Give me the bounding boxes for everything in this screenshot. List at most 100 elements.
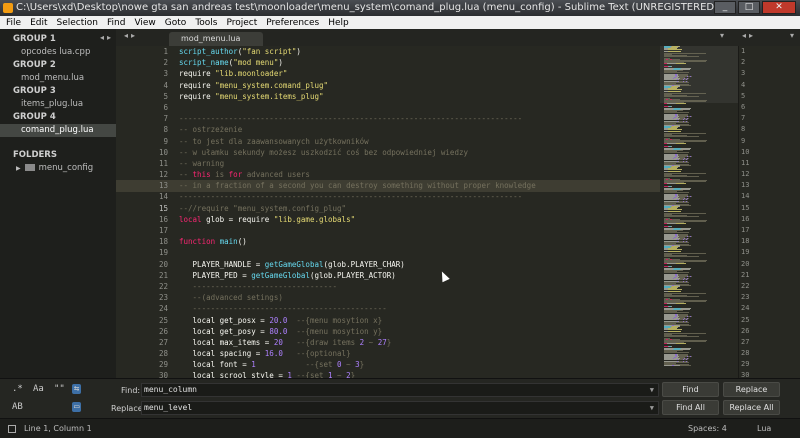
regex-toggle[interactable]: .*: [12, 384, 23, 394]
code-line[interactable]: -- in a fraction of a second you can des…: [179, 180, 659, 191]
indentation-setting[interactable]: Spaces: 4: [688, 419, 727, 438]
minimap-mark: [677, 87, 678, 89]
minimap-mark: [668, 330, 681, 332]
sidebar-file-comand-plug[interactable]: comand_plug.lua: [0, 124, 116, 137]
minimap-mark: [671, 105, 672, 107]
code-line[interactable]: script_name("mod menu"): [179, 57, 659, 68]
tab-dropdown-2-icon[interactable]: ▾: [790, 31, 794, 40]
replace-all-button[interactable]: Replace All: [723, 400, 780, 415]
sidebar-file-mod-menu[interactable]: mod_menu.lua: [0, 72, 116, 85]
line-number: 19: [158, 248, 168, 258]
menu-preferences[interactable]: Preferences: [266, 18, 319, 28]
preserve-case-toggle[interactable]: AB: [12, 402, 23, 412]
code-line[interactable]: local get_posx = 20.0 --{menu mosytion x…: [179, 315, 659, 326]
minimap-mark: [676, 103, 686, 105]
find-all-button[interactable]: Find All: [662, 400, 719, 415]
code-line[interactable]: -- to jest dla zaawansowanych użytkownik…: [179, 136, 659, 147]
code-line[interactable]: --(advanced setings): [179, 292, 659, 303]
code-line[interactable]: [179, 225, 659, 236]
code-line[interactable]: [179, 247, 659, 258]
menu-edit[interactable]: Edit: [30, 18, 47, 28]
tab-dropdown-icon[interactable]: ▾: [720, 31, 724, 40]
code-line[interactable]: local max_items = 20 --{draw items 2 ~ 2…: [179, 337, 659, 348]
line-number: 22: [158, 281, 168, 291]
line-number: 13: [158, 181, 168, 191]
code-line[interactable]: require "menu_system.comand_plug": [179, 80, 659, 91]
menu-goto[interactable]: Goto: [165, 18, 187, 28]
code-line[interactable]: --------------------------------: [179, 281, 659, 292]
code-line[interactable]: require "menu_system.items_plug": [179, 91, 659, 102]
sublime-app-icon: [3, 3, 13, 13]
code-token: local max_items =: [179, 337, 274, 347]
case-sensitive-toggle[interactable]: Aa: [33, 384, 44, 394]
sidebar-file-opcodes[interactable]: opcodes lua.cpp: [0, 46, 116, 59]
code-token: getGameGlobal: [264, 259, 324, 269]
menu-help[interactable]: Help: [328, 18, 349, 28]
replace-input[interactable]: menu_level ▼: [141, 401, 659, 415]
code-token: -- in a fraction of a second you can des…: [179, 181, 536, 191]
code-line[interactable]: [179, 102, 659, 113]
secondary-editor-pane[interactable]: 1 2 3 4 5 6 7 8 9 10 11 12 13 14 15 16 17 18 19 20 21 22 23 24 2…: [738, 46, 800, 379]
code-line[interactable]: local get_posy = 80.0 --{menu mosytion y…: [179, 326, 659, 337]
code-line[interactable]: script_author("fan script"): [179, 46, 659, 57]
cursor-position: Line 1, Column 1: [24, 424, 92, 433]
minimap-mark: [671, 345, 672, 347]
pane2-line-number: 28: [741, 349, 750, 358]
tab-nav-arrows-icon[interactable]: ◂▸: [124, 31, 138, 40]
minimize-button[interactable]: _: [714, 1, 736, 14]
wrap-toggle-icon[interactable]: ⇆: [72, 384, 82, 394]
panel-toggle-icon[interactable]: [8, 425, 16, 433]
line-number: 16: [158, 214, 168, 224]
code-line[interactable]: local spacing = 16.0 --{optional}: [179, 348, 659, 359]
minimap-mark: [664, 365, 672, 367]
menu-view[interactable]: View: [134, 18, 155, 28]
menu-file[interactable]: File: [6, 18, 21, 28]
code-line[interactable]: ----------------------------------------…: [179, 113, 659, 124]
minimap-mark: [667, 63, 676, 65]
menu-project[interactable]: Project: [226, 18, 257, 28]
menu-selection[interactable]: Selection: [57, 18, 98, 28]
sidebar-folder-item[interactable]: ▶ menu_config: [0, 162, 116, 175]
close-button[interactable]: ✕: [762, 1, 796, 14]
code-line[interactable]: PLAYER_HANDLE = getGameGlobal(glob.PLAYE…: [179, 259, 659, 270]
code-line[interactable]: --//require "menu_system.config_plug": [179, 203, 659, 214]
line-number: 1: [163, 47, 168, 56]
code-line[interactable]: ----------------------------------------…: [179, 303, 659, 314]
minimap[interactable]: [660, 46, 738, 378]
pane2-line-number: 13: [741, 181, 750, 190]
in-selection-toggle-icon[interactable]: ▭: [72, 402, 82, 412]
code-line[interactable]: -- warning: [179, 158, 659, 169]
tab-mod-menu[interactable]: mod_menu.lua: [169, 32, 263, 46]
code-line[interactable]: local font = 1 --{set 0 ~ 3}: [179, 359, 659, 370]
code-line[interactable]: -- ostrzeżenie: [179, 124, 659, 135]
code-token: advanced users: [242, 170, 310, 180]
pane2-line-number: 17: [741, 226, 750, 234]
code-line[interactable]: ----------------------------------------…: [179, 191, 659, 202]
replace-button[interactable]: Replace: [723, 382, 780, 397]
code-line[interactable]: -- w ułamku sekundy możesz uszkodzić coś…: [179, 147, 659, 158]
disclosure-triangle-icon[interactable]: ▶: [16, 162, 21, 175]
find-history-dropdown-icon[interactable]: ▼: [650, 384, 654, 396]
code-token: --{menu mosytion x}: [296, 315, 383, 325]
code-line[interactable]: require "lib.moonloader": [179, 68, 659, 79]
menu-find[interactable]: Find: [107, 18, 125, 28]
sidebar-file-items-plug[interactable]: items_plug.lua: [0, 98, 116, 111]
code-line[interactable]: PLAYER_PED = getGameGlobal(glob.PLAYER_A…: [179, 270, 659, 281]
code-token: "menu_system.items_plug": [215, 91, 324, 101]
code-line[interactable]: local glob = require "lib.game.globals": [179, 214, 659, 225]
code-editor[interactable]: 1 2 3 4 5 6 7 8 9 10 11 12 13 14 15 16 17 18 19 20 21 22 23 24 2…: [116, 46, 660, 378]
tab-nav-arrows-2-icon[interactable]: ◂▸: [742, 31, 756, 40]
code-line[interactable]: function main(): [179, 236, 659, 247]
replace-history-dropdown-icon[interactable]: ▼: [650, 402, 654, 414]
maximize-button[interactable]: □: [738, 1, 760, 14]
find-button[interactable]: Find: [662, 382, 719, 397]
syntax-setting[interactable]: Lua: [757, 419, 771, 438]
find-input[interactable]: menu_column ▼: [141, 383, 659, 397]
find-label: Find:: [121, 386, 141, 395]
sidebar-nav-arrows-icon[interactable]: ◂▸: [100, 33, 114, 42]
code-line[interactable]: -- this is for advanced users: [179, 169, 659, 180]
menu-tools[interactable]: Tools: [195, 18, 217, 28]
code-area[interactable]: script_author("fan script") script_name("…: [179, 46, 659, 378]
whole-word-toggle[interactable]: "": [54, 384, 65, 394]
code-line[interactable]: local scrool_style = 1 --{set 1 ~ 2}: [179, 370, 659, 378]
